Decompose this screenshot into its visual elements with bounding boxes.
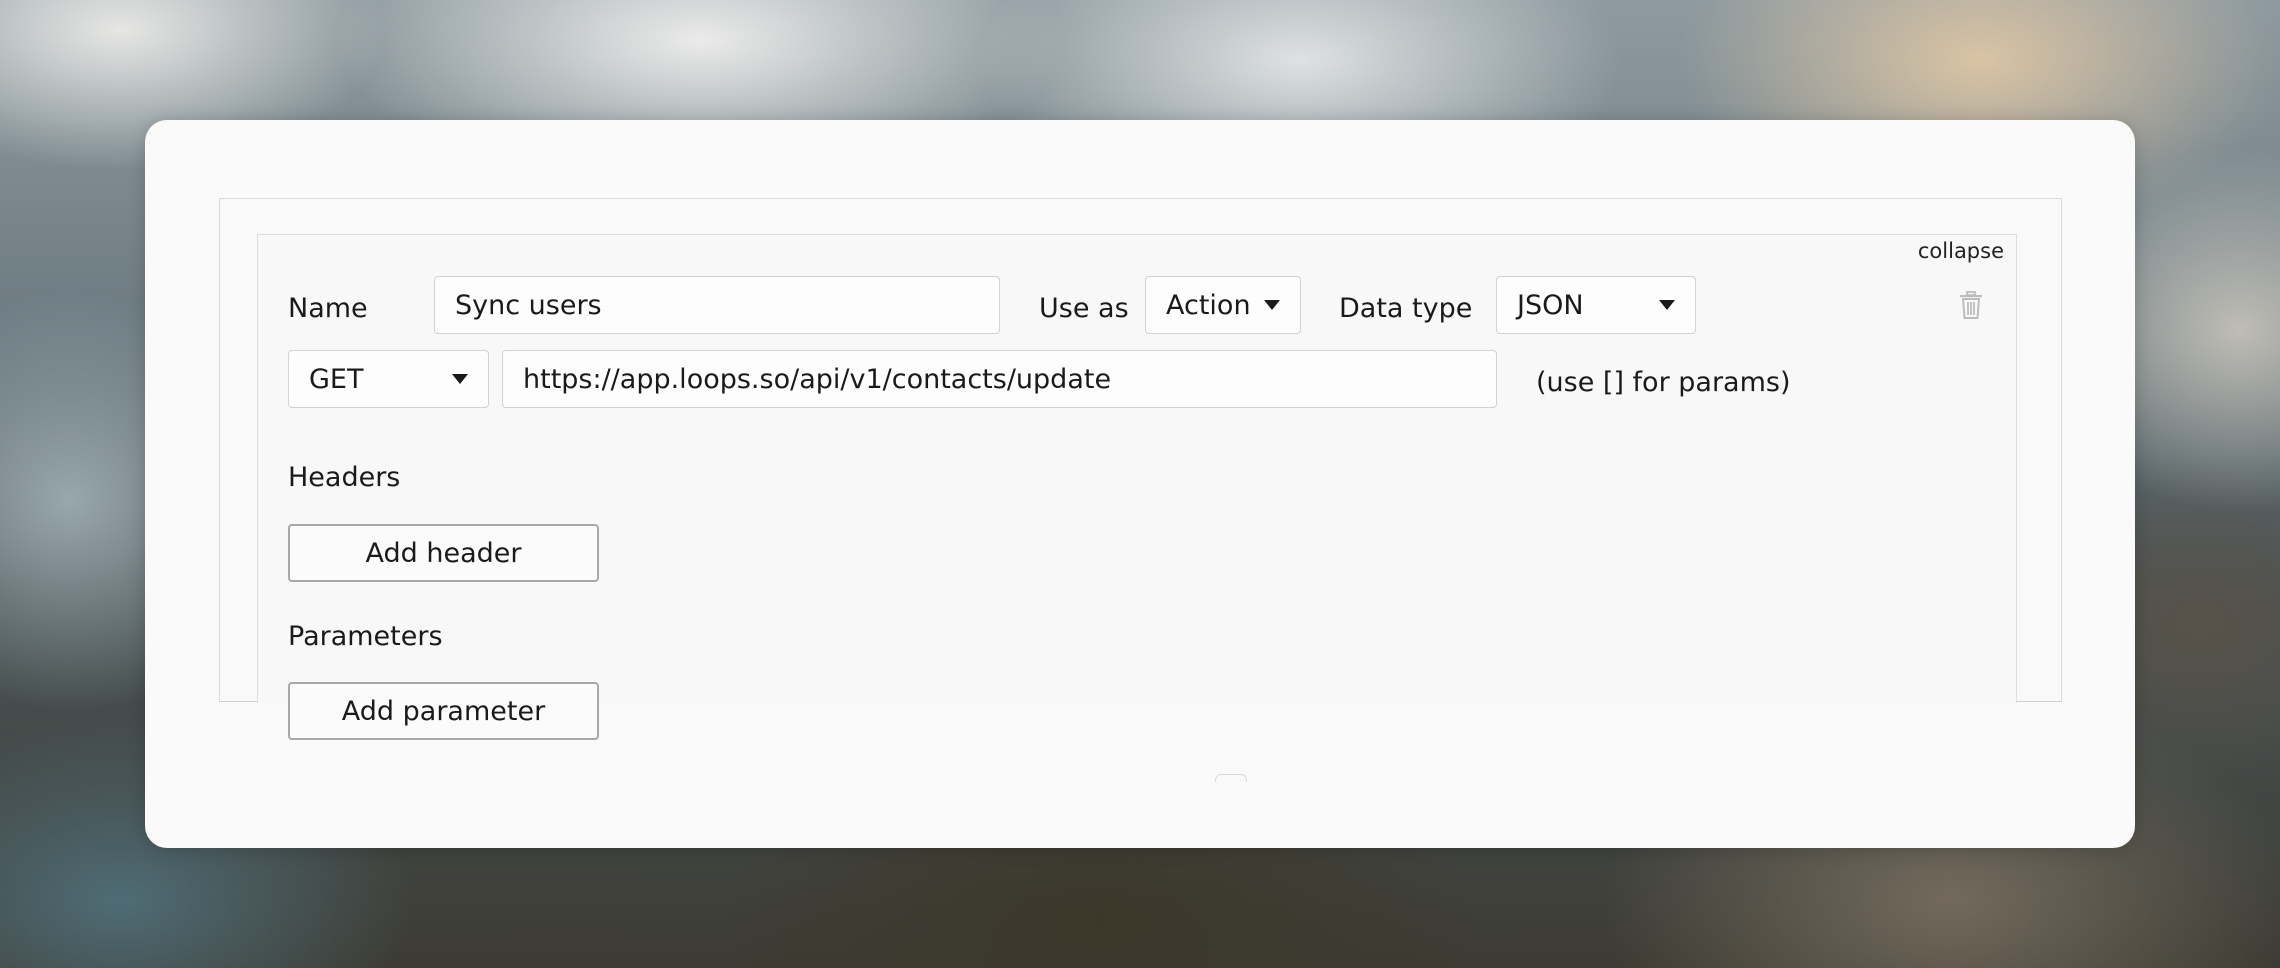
api-call-panel: collapse Name Sync users Use as Action D… [257, 234, 2017, 740]
parameters-heading: Parameters [288, 621, 443, 652]
resize-handle[interactable] [1215, 774, 1247, 782]
name-input-value: Sync users [455, 289, 602, 321]
trash-icon[interactable] [1958, 291, 1984, 319]
url-input[interactable]: https://app.loops.so/api/v1/contacts/upd… [502, 350, 1497, 408]
api-call-card: collapse Name Sync users Use as Action D… [145, 120, 2135, 848]
data-type-label: Data type [1339, 293, 1473, 324]
use-as-select-value: Action [1166, 289, 1251, 321]
chevron-down-icon [1659, 300, 1675, 310]
chevron-down-icon [1264, 300, 1280, 310]
headers-heading: Headers [288, 462, 401, 493]
name-input[interactable]: Sync users [434, 276, 1000, 334]
url-input-value: https://app.loops.so/api/v1/contacts/upd… [523, 363, 1112, 395]
add-header-button[interactable]: Add header [288, 524, 599, 582]
method-select[interactable]: GET [288, 350, 489, 408]
chevron-down-icon [452, 374, 468, 384]
use-as-label: Use as [1039, 293, 1129, 324]
collapse-link[interactable]: collapse [1918, 239, 2004, 263]
name-label: Name [288, 293, 368, 324]
data-type-select[interactable]: JSON [1496, 276, 1696, 334]
add-parameter-button[interactable]: Add parameter [288, 682, 599, 740]
data-type-select-value: JSON [1517, 289, 1584, 321]
url-params-hint: (use [] for params) [1536, 367, 1791, 398]
method-select-value: GET [309, 363, 364, 395]
use-as-select[interactable]: Action [1145, 276, 1301, 334]
api-call-container: collapse Name Sync users Use as Action D… [219, 198, 2062, 782]
